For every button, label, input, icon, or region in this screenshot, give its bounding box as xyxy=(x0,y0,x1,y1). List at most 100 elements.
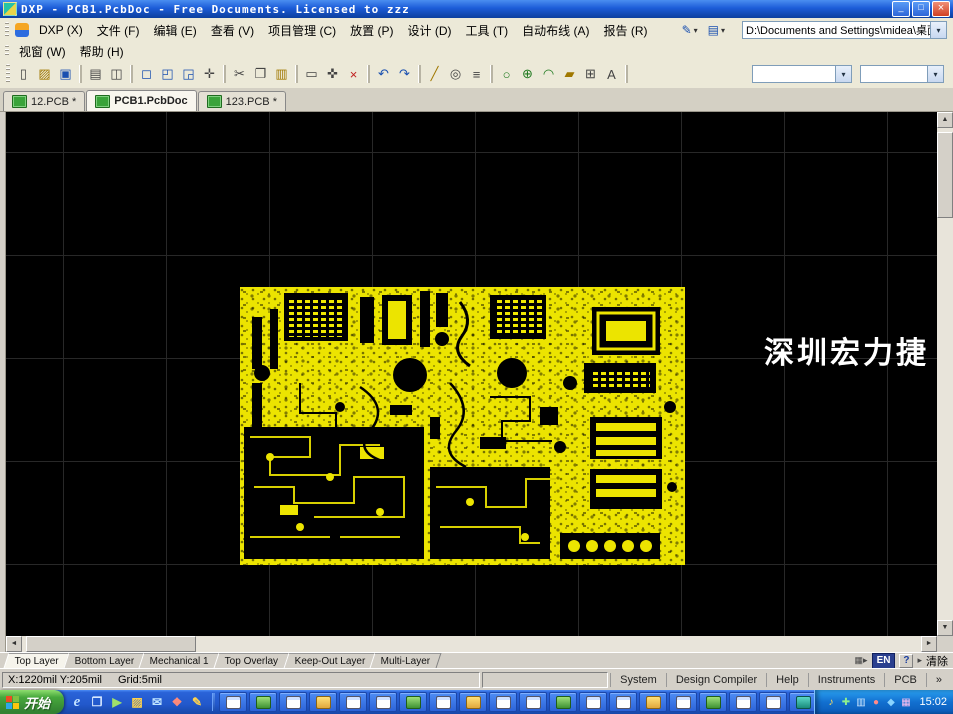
panel-button[interactable]: System xyxy=(610,673,666,687)
panel-button[interactable]: PCB xyxy=(884,673,926,687)
taskbar-window-button[interactable] xyxy=(339,692,367,712)
redo-icon[interactable]: ↷ xyxy=(394,64,415,85)
media-player-icon[interactable]: ▶ xyxy=(108,693,126,711)
place-circle-icon[interactable]: ○ xyxy=(496,64,517,85)
scroll-down-button[interactable]: ▼ xyxy=(937,620,953,636)
expand-arrow-icon[interactable]: ▸ xyxy=(863,655,868,665)
save-icon[interactable]: ▣ xyxy=(55,64,76,85)
undo-icon[interactable]: ↶ xyxy=(373,64,394,85)
wiring-tool-icon[interactable]: ✎ ▾ xyxy=(679,22,701,38)
mail-icon[interactable]: ✉ xyxy=(148,693,166,711)
print-preview-icon[interactable]: ◫ xyxy=(106,64,127,85)
close-button[interactable]: × xyxy=(932,1,950,17)
language-indicator[interactable]: EN xyxy=(872,653,896,669)
vertical-scrollbar-thumb[interactable] xyxy=(937,132,953,218)
toolbar-separator[interactable] xyxy=(223,65,226,83)
copy-icon[interactable]: ❐ xyxy=(250,64,271,85)
open-document-icon[interactable]: ▨ xyxy=(34,64,55,85)
new-document-icon[interactable]: ▯ xyxy=(13,64,34,85)
place-line-icon[interactable]: ╱ xyxy=(424,64,445,85)
menu-item[interactable]: 文件 (F) xyxy=(90,20,147,41)
toolbar-separator[interactable] xyxy=(79,65,82,83)
taskbar-window-button[interactable] xyxy=(519,692,547,712)
report-icon[interactable]: ≡ xyxy=(466,64,487,85)
taskbar-window-button[interactable] xyxy=(219,692,247,712)
taskbar-window-button[interactable] xyxy=(429,692,457,712)
menu-item[interactable]: 自动布线 (A) xyxy=(515,20,596,41)
horizontal-scrollbar-thumb[interactable] xyxy=(26,636,196,652)
zoom-selection-icon[interactable]: ◲ xyxy=(178,64,199,85)
place-fill-icon[interactable]: ▰ xyxy=(559,64,580,85)
clear-label[interactable]: 清除 xyxy=(926,653,948,669)
place-text-icon[interactable]: A xyxy=(601,64,622,85)
taskbar-window-button[interactable] xyxy=(459,692,487,712)
dropdown-arrow-icon[interactable]: ▾ xyxy=(835,66,851,82)
taskbar-window-button[interactable] xyxy=(639,692,667,712)
paint-icon[interactable]: ✎ xyxy=(188,693,206,711)
dropdown-arrow-icon[interactable]: ▾ xyxy=(927,66,943,82)
utilities-tool-icon[interactable]: ▤ ▾ xyxy=(705,22,728,38)
vertical-scrollbar[interactable]: ▲ ▼ xyxy=(937,112,953,636)
toolbar-separator[interactable] xyxy=(418,65,421,83)
input-tray-icon[interactable]: ▦ xyxy=(899,697,912,708)
toolbar-gripper[interactable] xyxy=(5,45,9,58)
menu-item[interactable]: 设计 (D) xyxy=(401,20,459,41)
toolbar-separator[interactable] xyxy=(130,65,133,83)
layer-tab[interactable]: Multi-Layer xyxy=(370,653,442,668)
taskbar-window-button[interactable] xyxy=(609,692,637,712)
taskbar-window-button[interactable] xyxy=(369,692,397,712)
taskbar-window-button[interactable] xyxy=(549,692,577,712)
layer-tab[interactable]: Mechanical 1 xyxy=(139,653,221,668)
messenger-icon[interactable]: ❖ xyxy=(168,693,186,711)
document-tab[interactable]: PCB1.PcbDoc xyxy=(86,90,196,111)
layer-tab[interactable]: Bottom Layer xyxy=(63,653,145,668)
net-combo[interactable]: ▾ xyxy=(860,65,944,83)
update-tray-icon[interactable]: ◆ xyxy=(884,697,897,708)
toolbar-gripper[interactable] xyxy=(6,64,10,84)
antivirus-tray-icon[interactable]: ✚ xyxy=(839,697,852,708)
address-combo[interactable]: D:\Documents and Settings\midea\桌面 ▾ xyxy=(742,21,947,39)
panel-button[interactable]: » xyxy=(926,673,951,687)
horizontal-scrollbar[interactable]: ◄ ► xyxy=(6,636,937,652)
select-area-icon[interactable]: ▭ xyxy=(301,64,322,85)
menu-item[interactable]: 报告 (R) xyxy=(597,20,655,41)
folder-icon[interactable]: ▨ xyxy=(128,693,146,711)
minimize-button[interactable]: _ xyxy=(892,1,910,17)
menu-item[interactable]: 放置 (P) xyxy=(343,20,400,41)
taskbar-window-button[interactable] xyxy=(729,692,757,712)
taskbar-window-button[interactable] xyxy=(579,692,607,712)
scroll-left-button[interactable]: ◄ xyxy=(6,636,22,652)
taskbar-window-button[interactable] xyxy=(279,692,307,712)
print-icon[interactable]: ▤ xyxy=(85,64,106,85)
toolbar-separator[interactable] xyxy=(625,65,628,83)
scroll-right-button[interactable]: ► xyxy=(921,636,937,652)
volume-tray-icon[interactable]: ♪ xyxy=(824,697,837,708)
move-icon[interactable]: ✜ xyxy=(322,64,343,85)
dropdown-arrow-icon[interactable]: ▾ xyxy=(694,26,698,35)
toolbar-separator[interactable] xyxy=(367,65,370,83)
menu-item[interactable]: 项目管理 (C) xyxy=(261,20,343,41)
footprint-combo[interactable]: ▾ xyxy=(752,65,852,83)
taskbar-window-button[interactable] xyxy=(669,692,697,712)
messenger-tray-icon[interactable]: ● xyxy=(869,697,882,708)
taskbar-window-button[interactable] xyxy=(489,692,517,712)
internet-explorer-icon[interactable]: e xyxy=(68,693,86,711)
language-options-arrow-icon[interactable]: ▸ xyxy=(917,655,922,666)
dropdown-arrow-icon[interactable]: ▾ xyxy=(930,22,946,38)
crosshair-icon[interactable]: ✛ xyxy=(199,64,220,85)
menu-item[interactable]: 视窗 (W) xyxy=(12,41,73,62)
magnifier-icon[interactable]: ◎ xyxy=(445,64,466,85)
dropdown-arrow-icon[interactable]: ▾ xyxy=(721,26,725,35)
place-array-icon[interactable]: ⊞ xyxy=(580,64,601,85)
taskbar-window-button[interactable] xyxy=(399,692,427,712)
zoom-area-icon[interactable]: ◰ xyxy=(157,64,178,85)
menu-item[interactable]: DXP (X) xyxy=(32,21,90,39)
clear-selection-icon[interactable]: × xyxy=(343,64,364,85)
place-arc-icon[interactable]: ◠ xyxy=(538,64,559,85)
place-pad-icon[interactable]: ⊕ xyxy=(517,64,538,85)
start-button[interactable]: 开始 xyxy=(0,690,64,714)
maximize-button[interactable]: □ xyxy=(912,1,930,17)
taskbar-window-button[interactable] xyxy=(249,692,277,712)
document-tab[interactable]: 123.PCB * xyxy=(198,91,286,111)
layer-tab[interactable]: Keep-Out Layer xyxy=(283,653,376,668)
